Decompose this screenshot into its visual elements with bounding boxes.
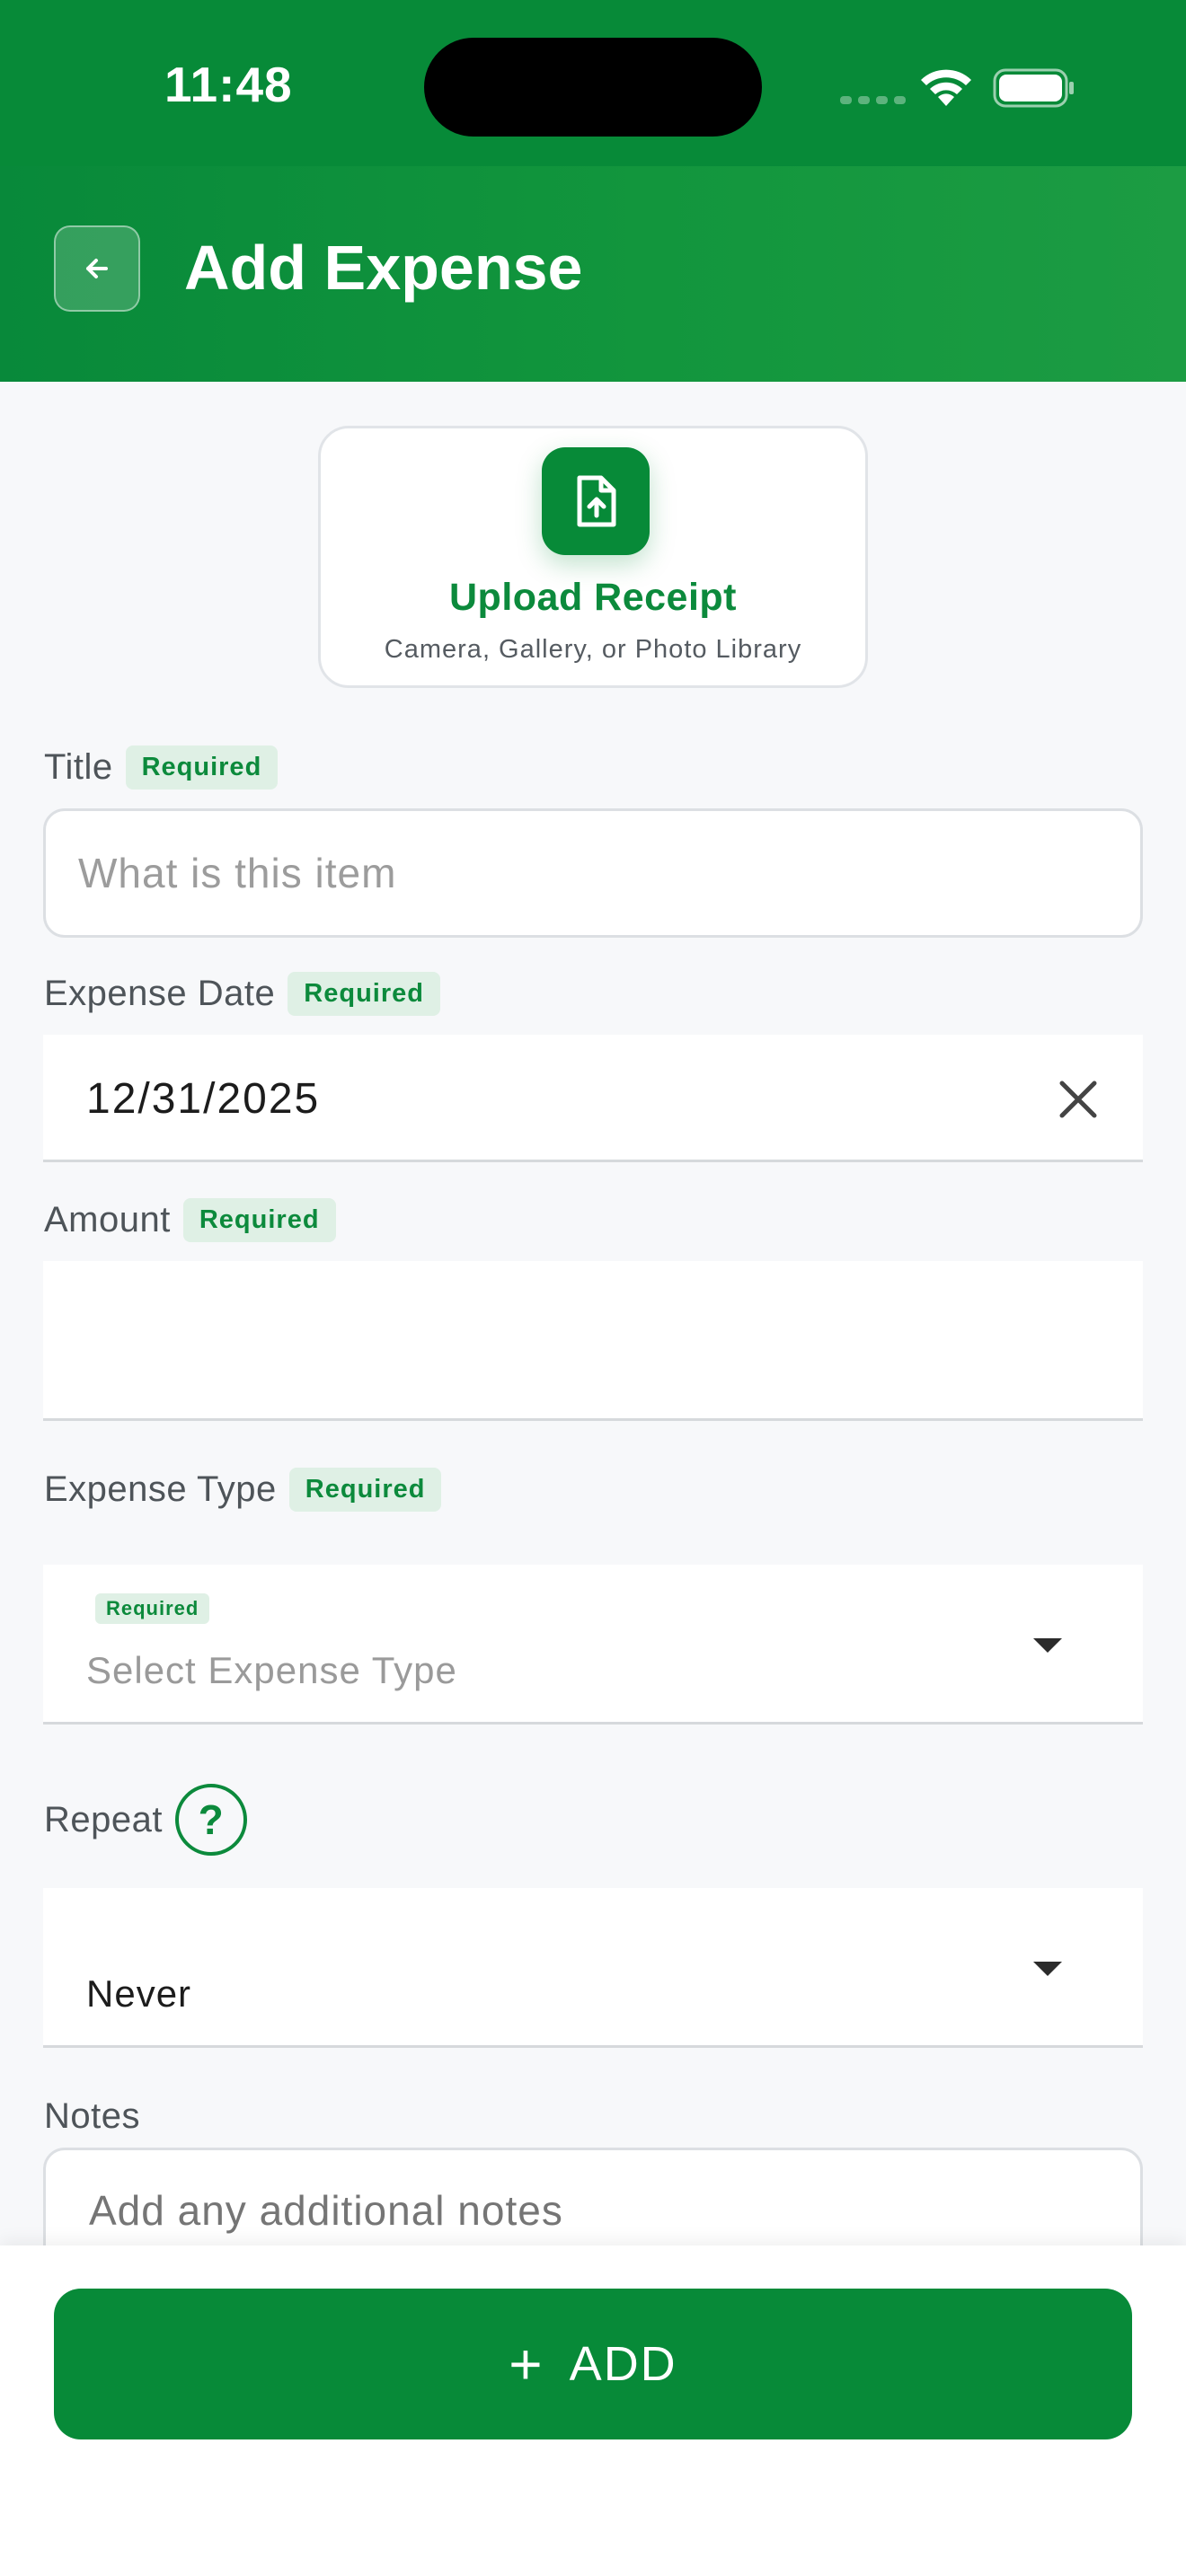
upload-receipt-card[interactable]: Upload Receipt Camera, Gallery, or Photo…: [318, 426, 868, 688]
add-button-label: ADD: [569, 2337, 677, 2391]
notes-label-text: Notes: [44, 2096, 140, 2136]
wifi-icon: [921, 69, 971, 106]
page-title: Add Expense: [184, 233, 583, 303]
amount-label-text: Amount: [44, 1200, 171, 1239]
repeat-label-text: Repeat: [44, 1799, 163, 1839]
back-button[interactable]: [54, 225, 140, 312]
expense-type-placeholder: Select Expense Type: [86, 1649, 457, 1691]
battery-icon: [993, 68, 1074, 108]
amount-input[interactable]: [43, 1261, 1143, 1421]
title-label: Title Required: [44, 745, 279, 790]
required-badge: Required: [125, 745, 279, 790]
upload-subtitle: Camera, Gallery, or Photo Library: [384, 635, 802, 664]
repeat-select[interactable]: Never: [43, 1888, 1143, 2048]
plus-icon: +: [509, 2332, 544, 2396]
help-icon[interactable]: ?: [174, 1784, 247, 1856]
dropdown-arrow-icon: [1033, 1962, 1062, 1976]
expense-date-label: Expense Date Required: [44, 972, 440, 1016]
bottom-action-bar: + ADD: [0, 2245, 1186, 2576]
upload-title: Upload Receipt: [449, 576, 737, 619]
cellular-signal-icon: [840, 96, 906, 104]
repeat-label: Repeat ?: [44, 1784, 247, 1856]
dropdown-arrow-icon: [1033, 1638, 1062, 1653]
notes-label: Notes: [44, 2096, 140, 2137]
header-panel: [0, 166, 1186, 382]
expense-type-label: Expense Type Required: [44, 1468, 442, 1512]
status-time: 11:48: [164, 57, 293, 112]
file-upload-icon: [542, 447, 650, 555]
required-badge: Required: [95, 1593, 210, 1624]
app-header: 11:48 Add Expense: [0, 0, 1186, 382]
title-input[interactable]: [43, 808, 1143, 938]
add-button[interactable]: + ADD: [54, 2289, 1132, 2439]
expense-date-field[interactable]: 12/31/2025: [43, 1035, 1143, 1162]
title-label-text: Title: [44, 747, 113, 787]
dynamic-island: [424, 38, 762, 137]
expense-date-label-text: Expense Date: [44, 974, 276, 1013]
required-badge: Required: [182, 1198, 336, 1242]
expense-type-select[interactable]: Required Select Expense Type: [43, 1565, 1143, 1725]
repeat-value: Never: [86, 1972, 192, 2015]
required-badge: Required: [288, 1468, 442, 1512]
amount-label: Amount Required: [44, 1198, 336, 1242]
close-icon[interactable]: [1053, 1074, 1103, 1125]
required-badge: Required: [288, 972, 440, 1016]
expense-date-value: 12/31/2025: [86, 1075, 321, 1123]
arrow-left-icon: [86, 259, 108, 278]
expense-type-label-text: Expense Type: [44, 1469, 277, 1509]
